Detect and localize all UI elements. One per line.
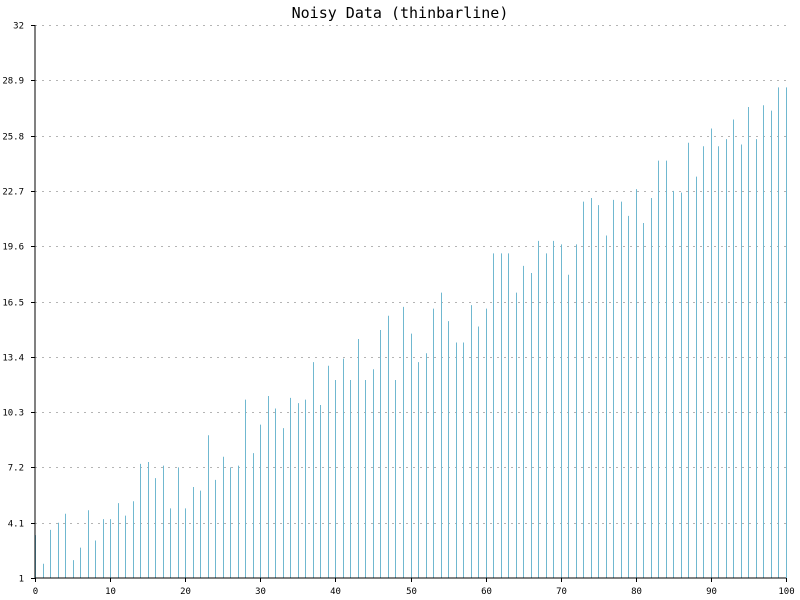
y-tick-label: 22.7 xyxy=(2,188,24,198)
chart-title: Noisy Data (thinbarline) xyxy=(292,4,509,22)
y-tick-label: 13.4 xyxy=(2,354,24,364)
y-tick-label: 4.1 xyxy=(8,520,24,530)
x-tick-label: 0 xyxy=(33,587,38,597)
x-tick-label: 70 xyxy=(556,587,567,597)
noisy-data-chart: Noisy Data (thinbarline) 1 4.1 7.2 10.3 13.4… xyxy=(0,0,800,600)
y-tick-label: 25.8 xyxy=(2,133,24,143)
x-tick-label: 30 xyxy=(255,587,266,597)
y-tick-label: 7.2 xyxy=(8,464,24,474)
x-tick-label: 50 xyxy=(406,587,417,597)
y-tick-label: 19.6 xyxy=(2,243,24,253)
x-tick-label: 10 xyxy=(105,587,116,597)
y-tick-label: 10.3 xyxy=(2,409,24,419)
y-tick-label: 32 xyxy=(13,22,24,32)
x-tick-label: 90 xyxy=(706,587,717,597)
x-tick-label: 100 xyxy=(778,587,794,597)
y-tick-label: 28.9 xyxy=(2,77,24,87)
chart-background xyxy=(0,0,800,600)
y-tick-label: 16.5 xyxy=(2,299,24,309)
x-tick-label: 60 xyxy=(481,587,492,597)
x-tick-label: 40 xyxy=(330,587,341,597)
x-tick-label: 80 xyxy=(631,587,642,597)
y-tick-label: 1 xyxy=(19,575,24,585)
x-tick-label: 20 xyxy=(180,587,191,597)
